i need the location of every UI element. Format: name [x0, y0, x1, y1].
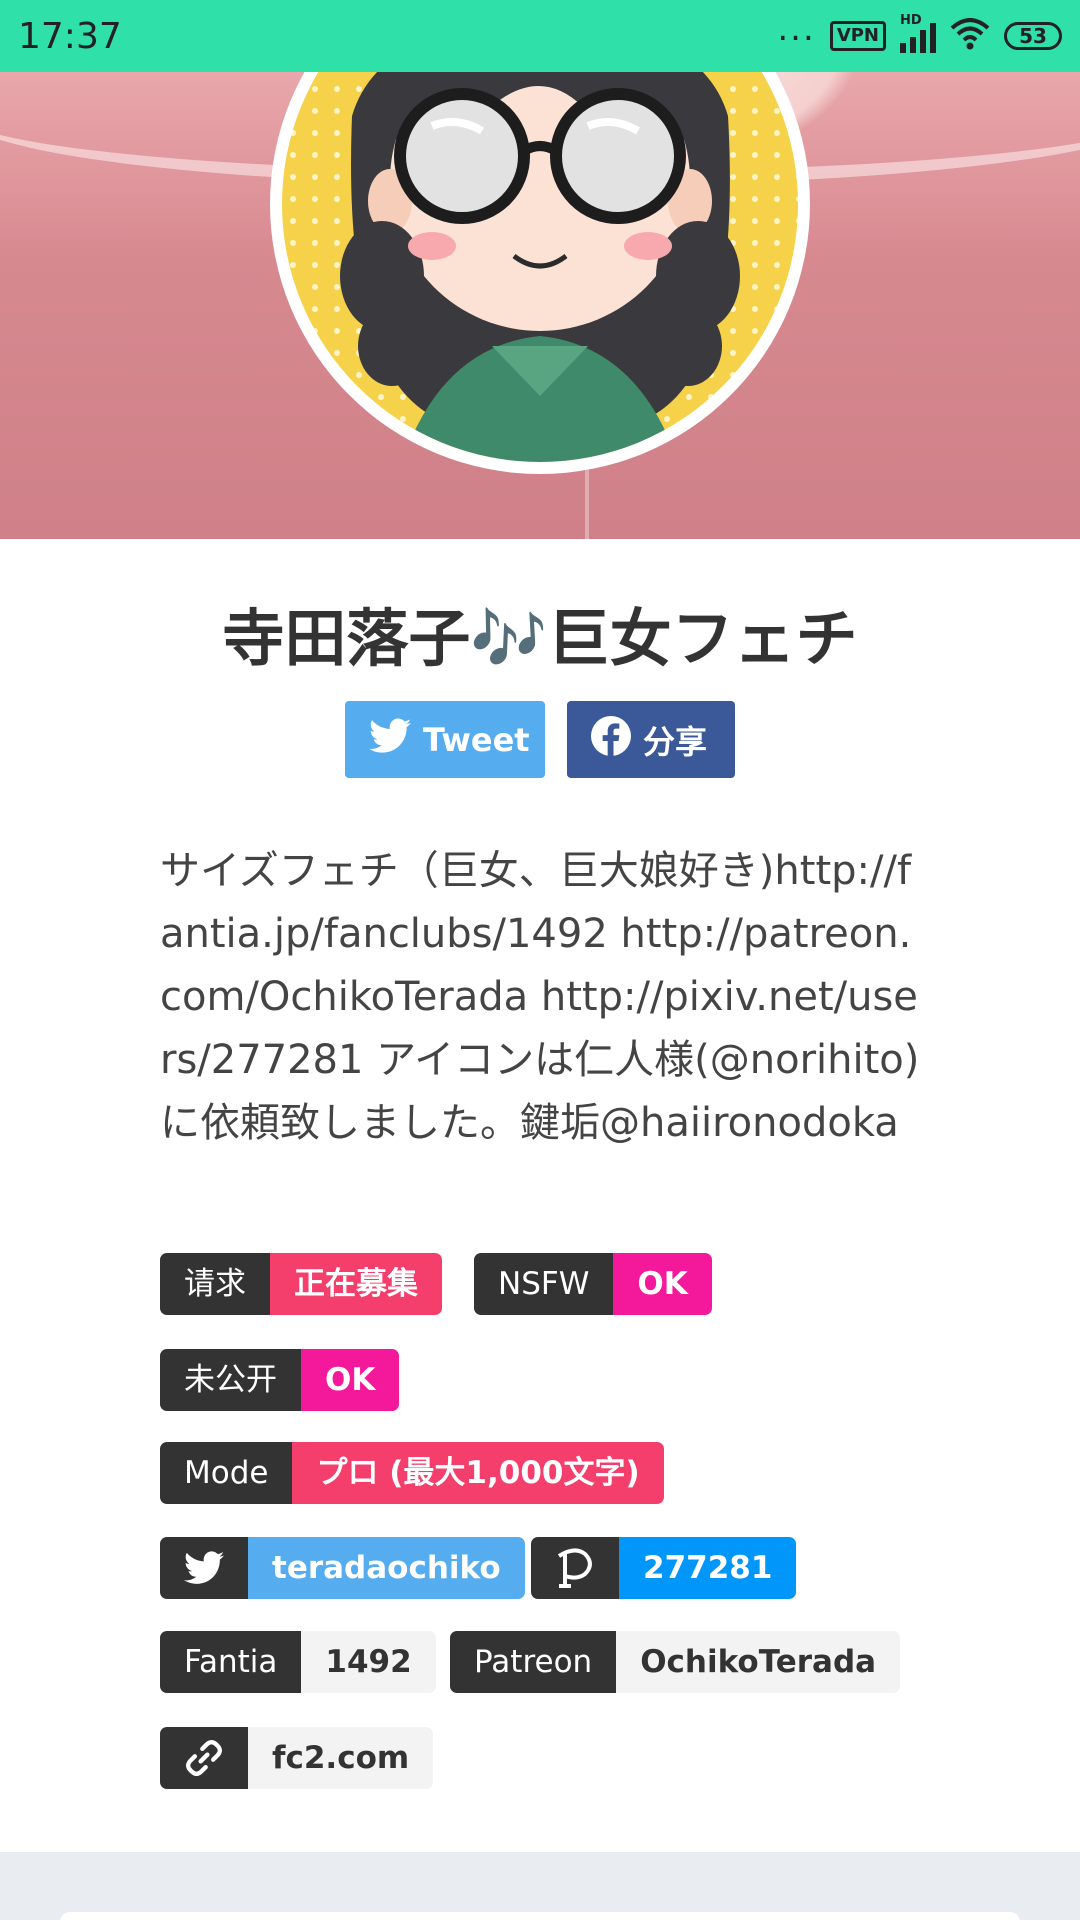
- vpn-icon: VPN: [829, 21, 886, 51]
- twitter-handle: teradaochiko: [248, 1537, 525, 1599]
- tweet-label: Tweet: [423, 720, 530, 759]
- unpublished-tag: 未公开 OK: [160, 1349, 400, 1411]
- fantia-value: 1492: [301, 1631, 436, 1693]
- nsfw-value: OK: [613, 1253, 712, 1315]
- facebook-share-button[interactable]: 分享: [567, 701, 735, 778]
- avatar[interactable]: [270, 72, 810, 474]
- footer-strip: [0, 1852, 1080, 1920]
- pixiv-link-tag[interactable]: 277281: [531, 1537, 797, 1599]
- mode-value: プロ (最大1,000文字): [292, 1442, 664, 1504]
- hd-label: HD: [900, 13, 922, 28]
- request-key: 请求: [160, 1253, 270, 1315]
- cell-signal-icon: HD: [900, 13, 936, 53]
- website-value: fc2.com: [248, 1727, 434, 1789]
- status-time: 17:37: [18, 15, 122, 57]
- twitter-icon: [160, 1537, 248, 1599]
- share-buttons: Tweet 分享: [0, 701, 1080, 778]
- status-bar: 17:37 ... VPN HD 53: [0, 0, 1080, 72]
- battery-icon: 53: [1004, 22, 1062, 50]
- more-dots-icon: ...: [777, 9, 816, 49]
- avatar-illustration: [282, 72, 798, 462]
- facebook-icon: [591, 715, 643, 764]
- profile-name: 寺田落子🎶巨女フェチ: [222, 602, 858, 675]
- mode-tag: Mode プロ (最大1,000文字): [160, 1442, 664, 1504]
- unpublished-value: OK: [301, 1349, 400, 1411]
- profile-bio: サイズフェチ（巨女、巨大娘好き)http://fantia.jp/fanclub…: [160, 848, 920, 1146]
- fantia-key: Fantia: [160, 1631, 302, 1693]
- next-card-edge: [60, 1912, 1020, 1932]
- pixiv-icon: [531, 1537, 619, 1599]
- link-icon: [160, 1727, 248, 1789]
- twitter-link-tag[interactable]: teradaochiko: [160, 1537, 525, 1599]
- request-status-tag: 请求 正在募集: [160, 1253, 442, 1315]
- tweet-button[interactable]: Tweet: [345, 701, 545, 778]
- share-label: 分享: [643, 722, 708, 761]
- nsfw-key: NSFW: [474, 1253, 614, 1315]
- twitter-icon: [369, 718, 423, 762]
- pixiv-id: 277281: [619, 1537, 797, 1599]
- unpublished-key: 未公开: [160, 1349, 301, 1411]
- nsfw-tag: NSFW OK: [474, 1253, 712, 1315]
- cover-image: [0, 72, 1080, 539]
- patreon-value: OchikoTerada: [616, 1631, 901, 1693]
- website-link-tag[interactable]: fc2.com: [160, 1727, 434, 1789]
- profile-content: 寺田落子🎶巨女フェチ Tweet 分享 サイズフェチ（巨女、巨大娘好き)http…: [0, 539, 1080, 1789]
- mode-key: Mode: [160, 1442, 293, 1504]
- patreon-link-tag[interactable]: Patreon OchikoTerada: [450, 1631, 901, 1693]
- request-value: 正在募集: [270, 1253, 442, 1315]
- patreon-key: Patreon: [450, 1631, 617, 1693]
- wifi-icon: [950, 18, 990, 54]
- fantia-link-tag[interactable]: Fantia 1492: [160, 1631, 436, 1693]
- status-icons: ... VPN HD 53: [777, 9, 1062, 54]
